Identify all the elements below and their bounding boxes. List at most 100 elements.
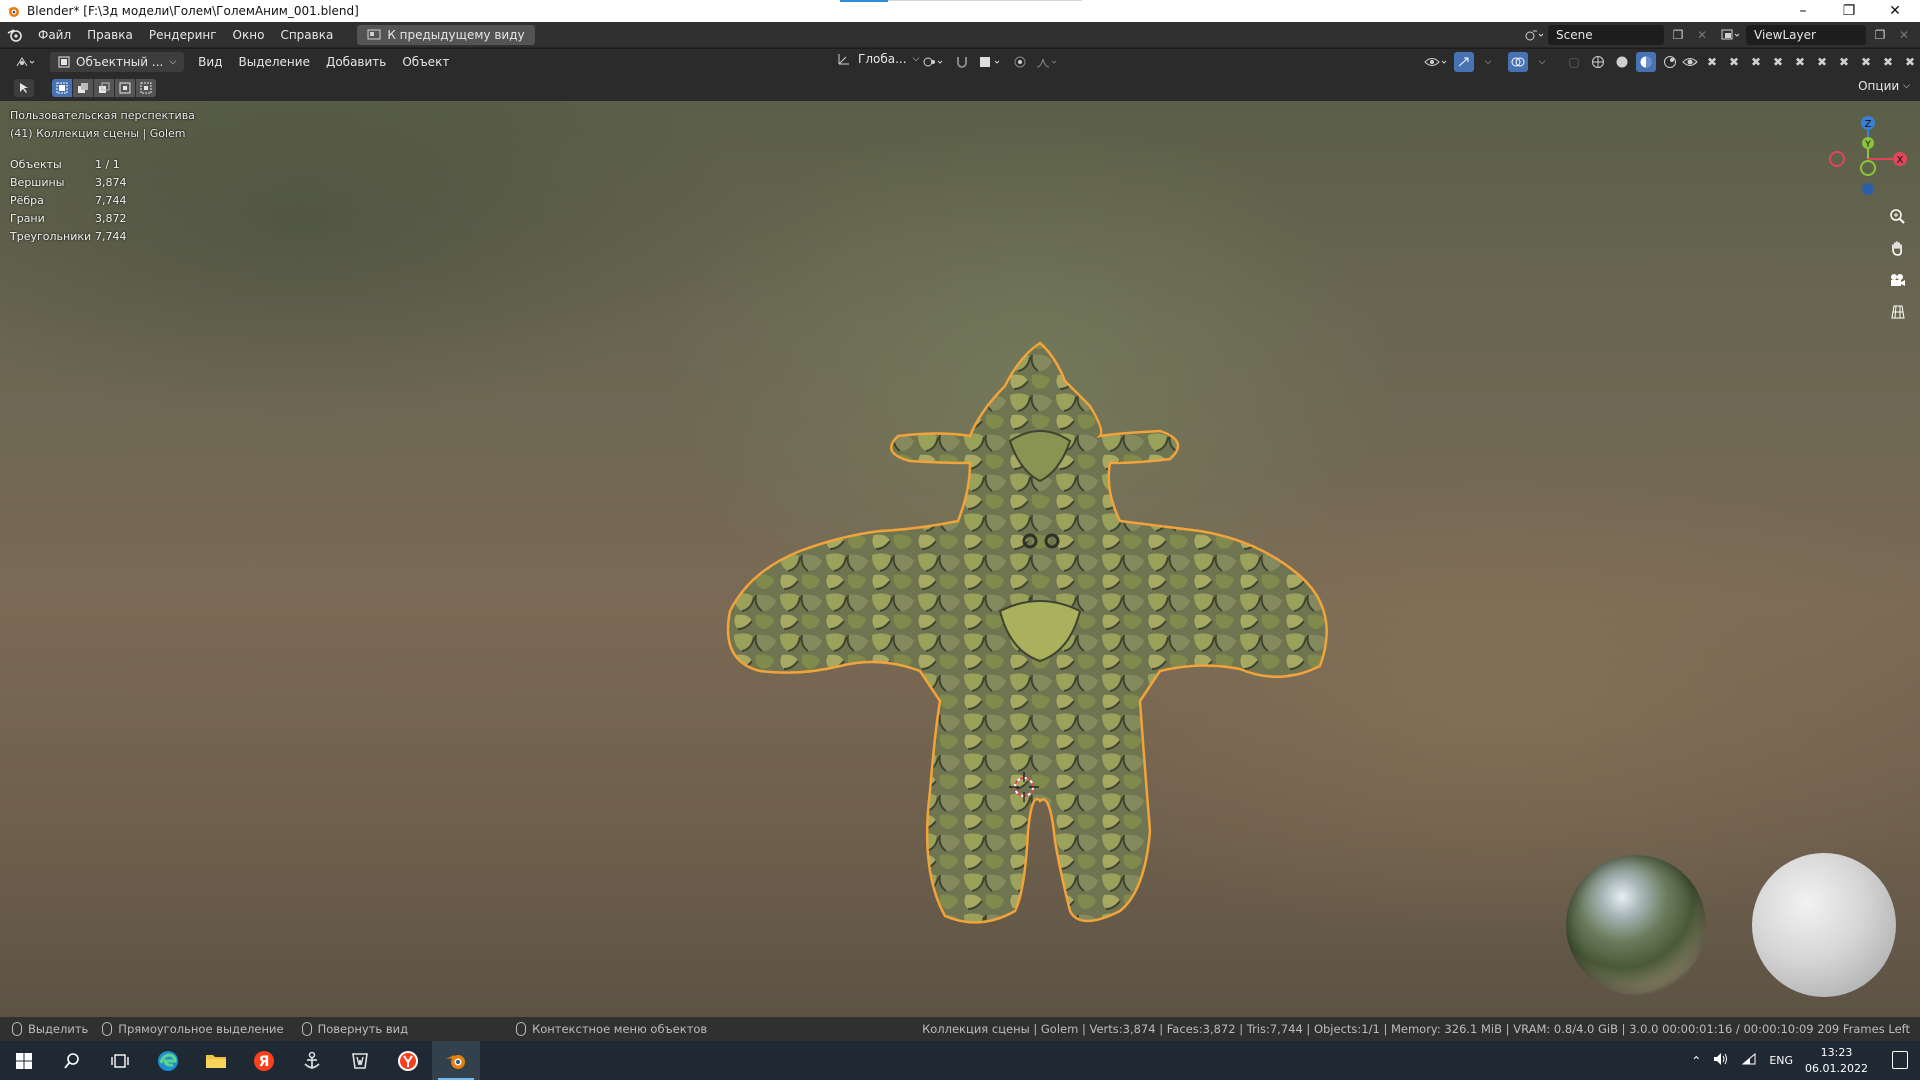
scene-icon[interactable]: [1524, 25, 1544, 45]
menu-window[interactable]: Окно: [225, 25, 273, 45]
menu-file[interactable]: Файл: [30, 25, 79, 45]
yandex-icon[interactable]: Я: [240, 1041, 288, 1080]
restrict-toggle-icon[interactable]: ✖: [1746, 52, 1766, 72]
clock[interactable]: 13:23 06.01.2022: [1805, 1045, 1868, 1077]
menu-object[interactable]: Объект: [394, 55, 457, 69]
select-subtract-icon[interactable]: [94, 79, 114, 97]
yandex-browser-icon[interactable]: [384, 1041, 432, 1080]
object-mode-label: Объектный ...: [76, 55, 164, 69]
snap-increment-icon[interactable]: [978, 52, 1004, 72]
status-hint-select: Выделить: [12, 1022, 88, 1036]
transform-orientation-dropdown[interactable]: Глоба... ⌵: [836, 52, 919, 66]
view-layer-field[interactable]: ViewLayer: [1746, 25, 1866, 45]
chevron-up-icon[interactable]: ⌃: [1691, 1054, 1701, 1068]
task-view-icon[interactable]: [96, 1041, 144, 1080]
restrict-toggle-icon[interactable]: ✖: [1856, 52, 1876, 72]
menu-view[interactable]: Вид: [190, 55, 230, 69]
select-new-icon[interactable]: [52, 79, 72, 97]
restrict-toggle-icon[interactable]: ✖: [1768, 52, 1788, 72]
snap-magnet-icon[interactable]: [952, 52, 972, 72]
file-explorer-icon[interactable]: [192, 1041, 240, 1080]
status-hint-context-menu: Контекстное меню объектов: [516, 1022, 707, 1036]
language-indicator[interactable]: ENG: [1769, 1054, 1793, 1067]
network-wifi-icon[interactable]: [1741, 1052, 1757, 1069]
stat-row: Объекты 1 / 1: [10, 158, 120, 171]
world-of-tanks-icon[interactable]: [336, 1041, 384, 1080]
select-extend-icon[interactable]: [73, 79, 93, 97]
transform-orientation-label: Глоба...: [858, 52, 907, 66]
xray-toggle-icon[interactable]: ▢: [1564, 52, 1584, 72]
world-of-warships-icon[interactable]: [288, 1041, 336, 1080]
menu-select[interactable]: Выделение: [230, 55, 317, 69]
scene-name-field[interactable]: Scene: [1548, 25, 1664, 45]
eye-visibility-icon[interactable]: [1680, 52, 1700, 72]
mouse-middle-icon: [102, 1022, 113, 1036]
camera-icon[interactable]: [1884, 267, 1910, 293]
gizmo-neg-y[interactable]: [1860, 160, 1876, 176]
overlays-dropdown-icon[interactable]: ⌵: [1532, 52, 1552, 72]
status-hint-box-select: Прямоугольное выделение: [102, 1022, 284, 1036]
active-tool-icon[interactable]: [14, 79, 34, 97]
material-preview-shading-icon[interactable]: [1636, 52, 1656, 72]
menu-add[interactable]: Добавить: [318, 55, 394, 69]
wireframe-shading-icon[interactable]: [1588, 52, 1608, 72]
stat-row: Вершины 3,874: [10, 176, 127, 189]
view-layer-icon[interactable]: [1720, 25, 1742, 45]
title-accent-line-gray: [888, 0, 1082, 1]
menu-help[interactable]: Справка: [272, 25, 341, 45]
edge-icon[interactable]: [144, 1041, 192, 1080]
scene-statistics: Объекты 1 / 1 Вершины 3,874 Рёбра 7,744 Гра…: [10, 156, 127, 246]
delete-scene-icon[interactable]: ✕: [1692, 25, 1712, 45]
windows-start-icon[interactable]: [0, 1041, 48, 1080]
solid-shading-icon[interactable]: [1612, 52, 1632, 72]
new-scene-icon[interactable]: ❐: [1668, 25, 1688, 45]
tool-settings-bar: Опции ⌵: [0, 75, 1920, 101]
selectability-visibility-icon[interactable]: [1424, 52, 1450, 72]
restrict-toggle-icon[interactable]: ✖: [1834, 52, 1854, 72]
search-icon[interactable]: [48, 1041, 96, 1080]
restrict-toggle-icon[interactable]: ✖: [1812, 52, 1832, 72]
stat-row: Треугольники 7,744: [10, 230, 127, 243]
maximize-button[interactable]: ❐: [1826, 0, 1872, 22]
gizmo-dropdown-icon[interactable]: ⌵: [1478, 52, 1498, 72]
gizmo-toggle-icon[interactable]: [1454, 52, 1474, 72]
minimize-button[interactable]: –: [1780, 0, 1826, 22]
gizmo-neg-z[interactable]: [1862, 183, 1874, 195]
falloff-curve-icon[interactable]: [1036, 52, 1058, 72]
restrict-toggle-icon[interactable]: ✖: [1790, 52, 1810, 72]
options-dropdown[interactable]: Опции ⌵: [1858, 79, 1910, 93]
delete-view-layer-icon[interactable]: ✕: [1894, 25, 1914, 45]
restrict-toggle-icon[interactable]: ✖: [1878, 52, 1898, 72]
view-name-label: Пользовательская перспектива: [10, 109, 195, 122]
editor-type-icon[interactable]: [12, 52, 40, 72]
zoom-icon[interactable]: [1884, 203, 1910, 229]
hand-pan-icon[interactable]: [1884, 235, 1910, 261]
blender-icon[interactable]: [432, 1041, 480, 1080]
overlays-toggle-icon[interactable]: [1508, 52, 1528, 72]
axes-icon: [838, 54, 849, 65]
restrict-toggle-icon[interactable]: ✖: [1724, 52, 1744, 72]
object-mode-dropdown[interactable]: Объектный ... ⌵: [50, 52, 185, 72]
restrict-toggle-icon[interactable]: ✖: [1900, 52, 1920, 72]
navigation-gizmo[interactable]: Z Y X: [1820, 109, 1910, 199]
grid-ortho-icon[interactable]: [1884, 299, 1910, 325]
menu-edit[interactable]: Правка: [79, 25, 141, 45]
notifications-icon[interactable]: [1892, 1051, 1908, 1069]
proportional-edit-icon[interactable]: [1010, 52, 1030, 72]
close-button[interactable]: ✕: [1872, 0, 1918, 22]
select-intersect-icon[interactable]: [136, 79, 156, 97]
pivot-point-icon[interactable]: [922, 52, 946, 72]
gizmo-neg-x[interactable]: [1829, 151, 1845, 167]
back-to-previous-button[interactable]: К предыдущему виду: [357, 24, 535, 45]
clock-date: 06.01.2022: [1805, 1061, 1868, 1075]
rendered-shading-icon[interactable]: [1660, 52, 1680, 72]
restrict-toggle-icon[interactable]: ✖: [1702, 52, 1722, 72]
golem-model[interactable]: [640, 231, 1440, 1017]
menu-render[interactable]: Рендеринг: [141, 25, 225, 45]
select-invert-icon[interactable]: [115, 79, 135, 97]
3d-viewport[interactable]: Пользовательская перспектива (41) Коллек…: [0, 101, 1920, 1017]
blender-logo-icon[interactable]: [0, 22, 30, 48]
volume-icon[interactable]: [1713, 1052, 1729, 1069]
new-view-layer-icon[interactable]: ❐: [1870, 25, 1890, 45]
viewport-header: Объектный ... ⌵ Вид Выделение Добавить О…: [0, 49, 1920, 75]
